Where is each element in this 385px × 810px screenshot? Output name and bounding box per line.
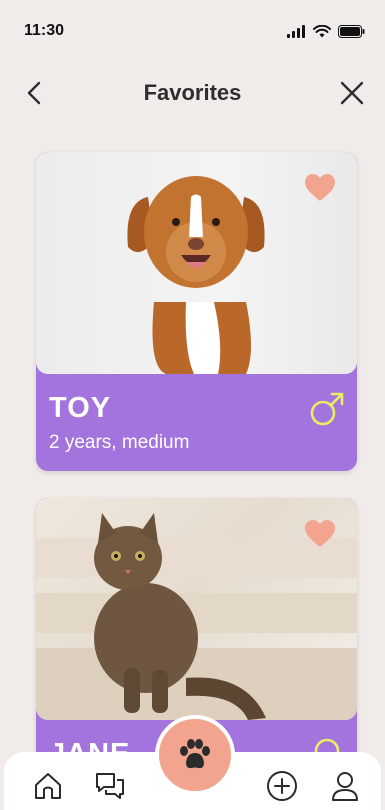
paw-icon: [180, 739, 210, 769]
pet-details: 2 years, medium: [49, 432, 190, 453]
pet-info: TOY 2 years, medium: [36, 374, 357, 471]
chat-icon[interactable]: [94, 770, 126, 802]
pet-card[interactable]: TOY 2 years, medium: [36, 152, 357, 471]
signal-icon: [287, 25, 305, 38]
male-icon: [310, 392, 344, 426]
favorites-list: TOY 2 years, medium: [0, 150, 385, 810]
page-title: Favorites: [143, 80, 242, 105]
dog-photo: [36, 152, 357, 374]
close-icon[interactable]: [339, 80, 365, 106]
heart-icon[interactable]: [305, 520, 335, 548]
header: Favorites: [0, 70, 385, 116]
battery-icon: [338, 25, 365, 38]
paw-button[interactable]: [155, 715, 235, 795]
home-icon[interactable]: [32, 770, 64, 802]
heart-icon[interactable]: [305, 174, 335, 202]
status-icons: [287, 25, 365, 38]
profile-icon[interactable]: [329, 770, 361, 802]
wifi-icon: [313, 25, 331, 38]
add-circle-icon[interactable]: [266, 770, 298, 802]
cat-photo: [36, 498, 357, 720]
status-time: 11:30: [24, 22, 65, 39]
status-bar: 11:30: [0, 0, 385, 64]
pet-name: TOY: [49, 392, 112, 424]
